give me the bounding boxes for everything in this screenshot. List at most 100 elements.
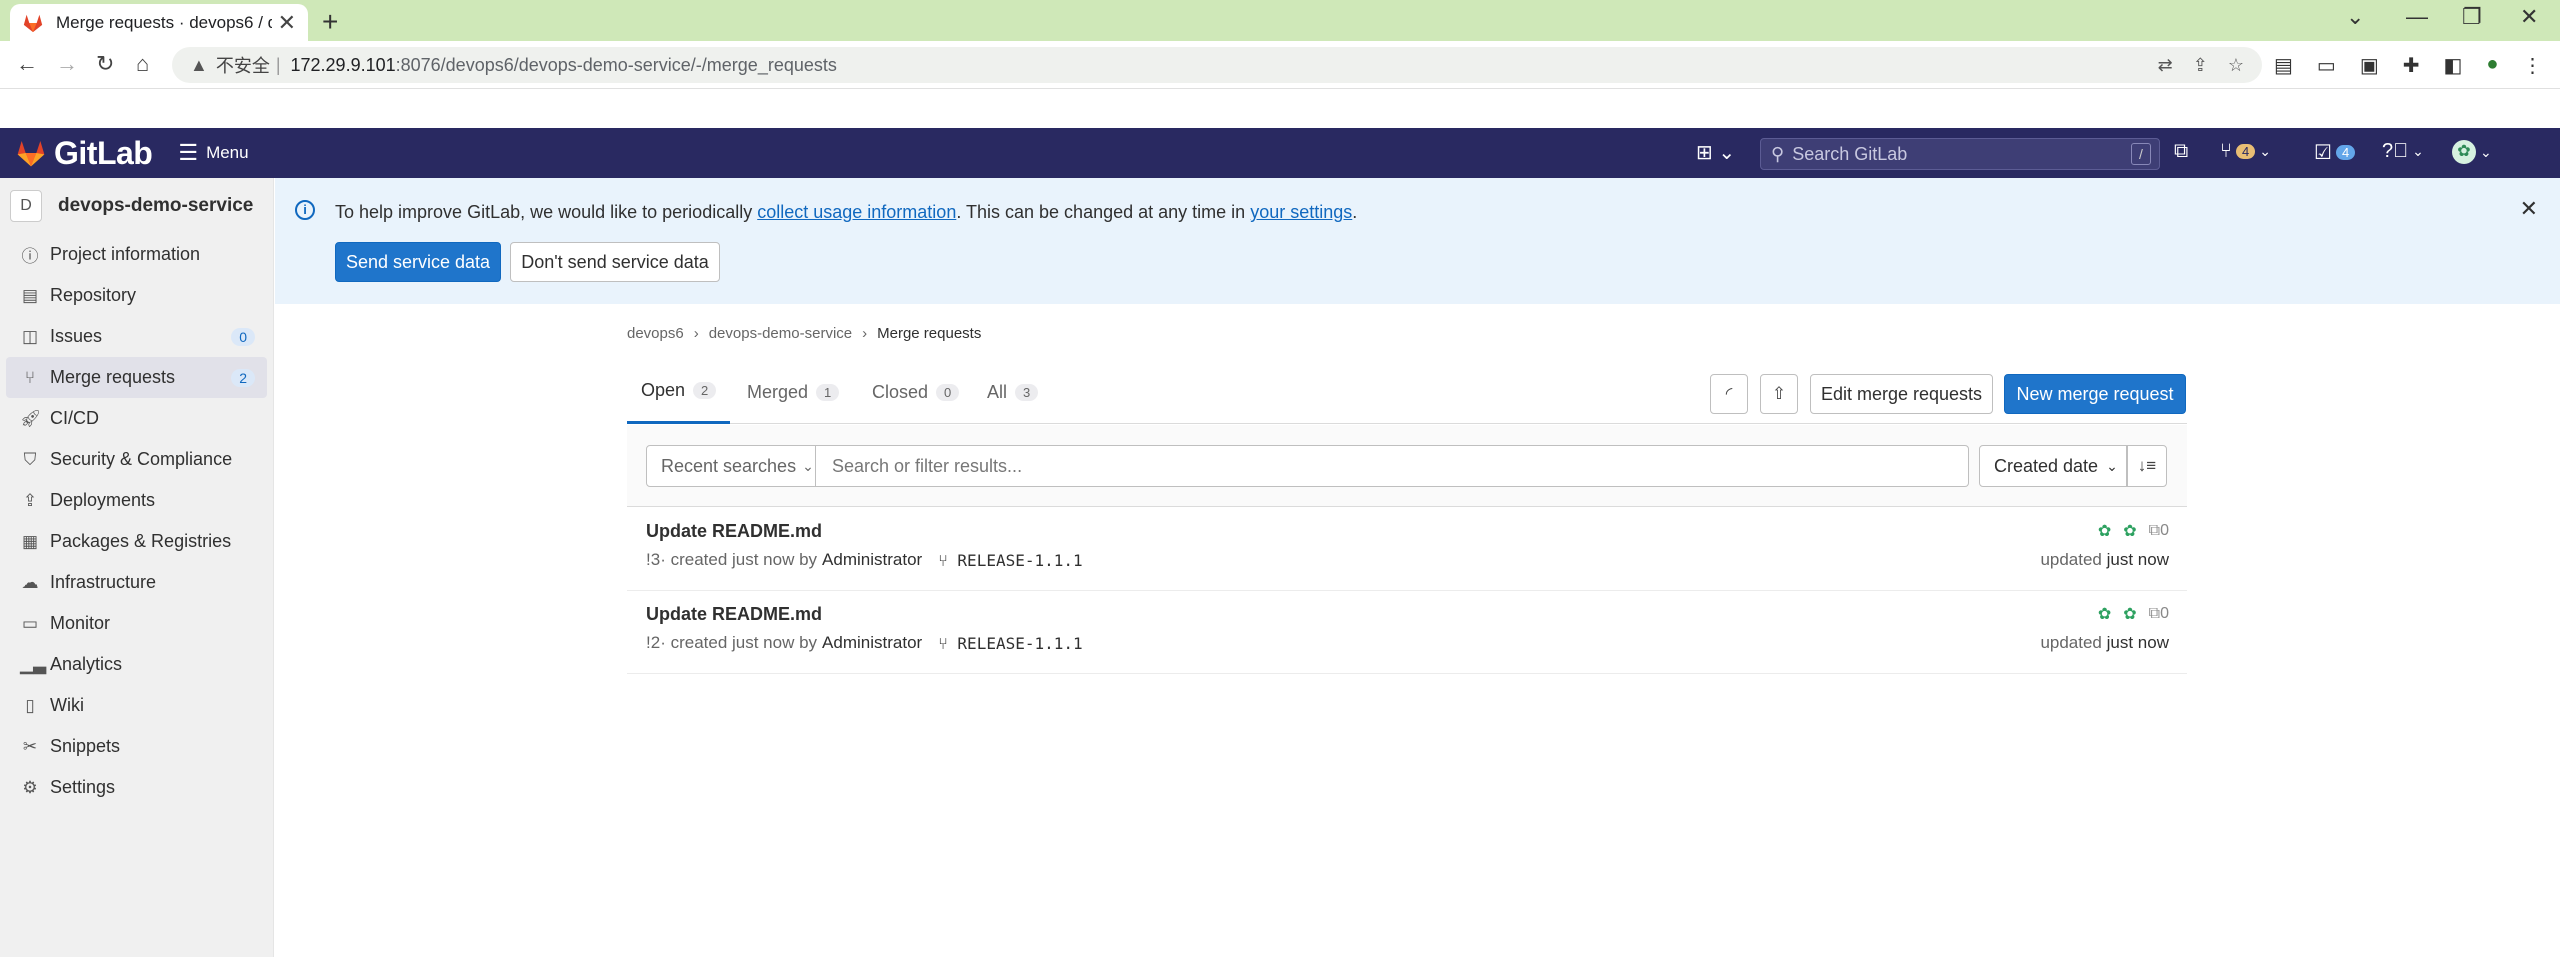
new-tab-icon[interactable]: + (322, 6, 338, 38)
list-item[interactable]: Update README.md !3 · created just now b… (627, 508, 2187, 591)
todos-nav[interactable]: ☑ 4 (2314, 140, 2356, 165)
address-bar[interactable]: ▲ 不安全 | 172.29.9.101 :8076/devops6/devop… (172, 47, 2262, 83)
sidebar-item-label: Merge requests (50, 367, 176, 387)
chevron-down-icon: ⌄ (2106, 457, 2118, 474)
sidebar-item-label: Infrastructure (50, 572, 157, 592)
sidebar-item-project-information[interactable]: ⓘ Project information (6, 234, 267, 275)
help-nav[interactable]: ?⃝ ⌄ (2382, 140, 2424, 163)
gear-icon: ⚙ (22, 777, 38, 797)
cloud-icon: ☁ (21, 572, 39, 592)
merge-requests-nav[interactable]: ⑂ 4 ⌄ (2220, 140, 2271, 163)
collect-usage-link[interactable]: collect usage information (757, 202, 956, 222)
sidebar-item-settings[interactable]: ⚙ Settings (6, 767, 267, 808)
search-input[interactable]: ⚲ Search GitLab / (1760, 138, 2160, 170)
comments-count[interactable]: ⧉0 (2149, 605, 2169, 623)
translate-icon[interactable]: ⇄ (2158, 55, 2173, 76)
export-icon: ⇧ (1771, 384, 1787, 403)
sidebar-item-cicd[interactable]: 🚀︎ CI/CD (6, 398, 267, 439)
minimize-icon[interactable]: — (2406, 4, 2428, 30)
package-icon: ▦ (21, 531, 39, 551)
extension-icon[interactable]: ▣ (2360, 53, 2379, 78)
reload-icon[interactable]: ↻ (96, 51, 114, 77)
sidebar-item-wiki[interactable]: ▯ Wiki (6, 685, 267, 726)
extension-icon[interactable]: ▤ (2274, 53, 2293, 78)
bookmark-star-icon[interactable]: ☆ (2228, 55, 2244, 76)
restore-icon[interactable]: ❐ (2462, 4, 2482, 30)
filter-search-input[interactable]: Search or filter results... (816, 445, 1969, 487)
sidebar-project-header[interactable]: D devops-demo-service (0, 178, 273, 234)
mr-state-tabs: Open 2 Merged 1 Closed 0 All 3 ◜ ⇧ Edit merg… (627, 360, 2187, 424)
rocket-icon: 🚀︎ (20, 408, 42, 428)
menu-button[interactable]: ☰ Menu (178, 140, 248, 166)
dont-send-service-data-button[interactable]: Don't send service data (510, 242, 720, 282)
window-close-icon[interactable]: ✕ (2520, 4, 2538, 30)
gitlab-logo[interactable]: GitLab (14, 135, 153, 172)
home-icon[interactable]: ⌂ (136, 51, 149, 77)
sidebar-item-label: Issues (50, 326, 103, 346)
updated-label: updated (2040, 633, 2102, 652)
export-button[interactable]: ⇧ (1760, 374, 1798, 414)
sort-direction-button[interactable]: ↓≡ (2127, 445, 2167, 487)
tab-closed[interactable]: Closed 0 (872, 360, 960, 424)
mr-title[interactable]: Update README.md (646, 521, 822, 542)
send-service-data-button[interactable]: Send service data (335, 242, 501, 282)
edit-merge-requests-button[interactable]: Edit merge requests (1810, 374, 1993, 414)
tab-close-icon[interactable]: ✕ (278, 10, 296, 36)
tab-search-icon[interactable]: ⌄ (2346, 4, 2364, 30)
mr-meta: !3 · created just now by Administrator ⑂ … (646, 550, 1083, 570)
sidebar-item-security[interactable]: ⛉ Security & Compliance (6, 439, 267, 480)
puzzle-icon[interactable]: ✚ (2403, 53, 2420, 78)
comments-number: 0 (2160, 605, 2169, 622)
your-settings-link[interactable]: your settings (1250, 202, 1352, 222)
issues-nav-icon[interactable]: ⧉ (2174, 140, 2188, 163)
sidebar-item-infrastructure[interactable]: ☁ Infrastructure (6, 562, 267, 603)
recent-searches-dropdown[interactable]: Recent searches ⌄ (646, 445, 816, 487)
rss-button[interactable]: ◜ (1710, 374, 1748, 414)
sidebar-item-monitor[interactable]: ▭ Monitor (6, 603, 267, 644)
usage-data-banner: i To help improve GitLab, we would like … (275, 178, 2560, 304)
sidebar-item-label: Security & Compliance (50, 449, 233, 469)
sidebar-item-deployments[interactable]: ⇪ Deployments (6, 480, 267, 521)
forward-icon[interactable]: → (56, 51, 78, 77)
extension-icon[interactable]: ▭ (2317, 53, 2336, 78)
sort-dropdown[interactable]: Created date ⌄ (1979, 445, 2127, 487)
mr-branch[interactable]: ⑂ RELEASE-1.1.1 (938, 634, 1082, 653)
mr-branch[interactable]: ⑂ RELEASE-1.1.1 (938, 551, 1082, 570)
approver-avatar-icon[interactable]: ✿ (2098, 604, 2111, 624)
mr-author[interactable]: Administrator (822, 550, 922, 570)
sidebar-item-merge-requests[interactable]: ⑂ Merge requests 2 (6, 357, 267, 398)
new-merge-request-button[interactable]: New merge request (2004, 374, 2186, 414)
dismiss-banner-close-icon[interactable]: ✕ (2520, 196, 2538, 222)
breadcrumb-link[interactable]: devops-demo-service (709, 325, 852, 342)
user-menu[interactable]: ✿ ⌄ (2452, 140, 2492, 164)
tab-open[interactable]: Open 2 (627, 360, 731, 424)
browser-tab[interactable]: Merge requests · devops6 / de ✕ (10, 4, 308, 41)
list-item[interactable]: Update README.md !2 · created just now b… (627, 591, 2187, 674)
breadcrumb-current[interactable]: Merge requests (877, 325, 981, 342)
mr-author[interactable]: Administrator (822, 633, 922, 653)
sidebar-item-label: CI/CD (50, 408, 99, 428)
approver-avatar-icon[interactable]: ✿ (2098, 521, 2111, 541)
new-dropdown-icon[interactable]: ⊞ ⌄ (1696, 140, 1735, 165)
reviewer-avatar-icon[interactable]: ✿ (2123, 521, 2136, 541)
share-icon[interactable]: ⇪ (2193, 55, 2208, 76)
tab-all[interactable]: All 3 (987, 360, 1039, 424)
back-icon[interactable]: ← (16, 51, 38, 77)
insecure-label: 不安全 (215, 56, 270, 76)
kebab-menu-icon[interactable]: ⋮ (2522, 53, 2542, 78)
banner-text: . This can be changed at any time in (956, 202, 1251, 222)
banner-text: To help improve GitLab, we would like to… (335, 202, 758, 222)
sidebar-item-analytics[interactable]: ▁▃ Analytics (6, 644, 267, 685)
sidebar-item-repository[interactable]: ▤ Repository (6, 275, 267, 316)
sidepanel-icon[interactable]: ◧ (2443, 53, 2462, 78)
sidebar-item-issues[interactable]: ◫ Issues 0 (6, 316, 267, 357)
sidebar-item-snippets[interactable]: ✂ Snippets (6, 726, 267, 767)
profile-icon[interactable]: ● (2486, 53, 2498, 78)
reviewer-avatar-icon[interactable]: ✿ (2123, 604, 2136, 624)
tab-merged[interactable]: Merged 1 (747, 360, 840, 424)
breadcrumb-link[interactable]: devops6 (627, 325, 684, 342)
comments-count[interactable]: ⧉0 (2149, 522, 2169, 540)
mr-title[interactable]: Update README.md (646, 604, 822, 625)
url-host: 172.29.9.101 (290, 54, 396, 75)
sidebar-item-packages[interactable]: ▦ Packages & Registries (6, 521, 267, 562)
